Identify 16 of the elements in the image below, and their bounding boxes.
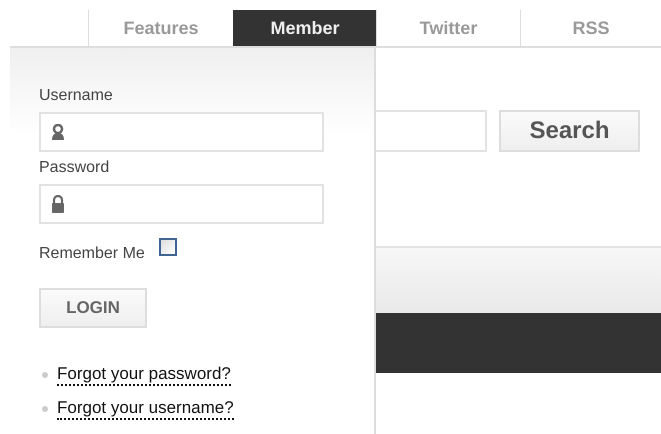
bullet-icon — [42, 406, 48, 412]
username-field[interactable] — [39, 112, 324, 152]
password-field[interactable] — [39, 184, 324, 224]
bullet-icon — [42, 372, 48, 378]
password-label: Password — [39, 158, 110, 178]
forgot-link[interactable]: Forgot your password? — [57, 364, 231, 386]
search-button[interactable]: Search — [499, 110, 640, 152]
forgot-link[interactable]: Forgot your username? — [57, 398, 234, 420]
login-button[interactable]: LOGIN — [39, 288, 147, 328]
nav-tab[interactable]: Member — [233, 10, 376, 46]
user-icon — [51, 124, 65, 140]
search-field[interactable] — [376, 110, 487, 152]
lock-icon — [51, 195, 65, 213]
remember-checkbox[interactable] — [158, 238, 177, 256]
remember-label: Remember Me — [39, 244, 145, 264]
username-label: Username — [39, 86, 114, 106]
